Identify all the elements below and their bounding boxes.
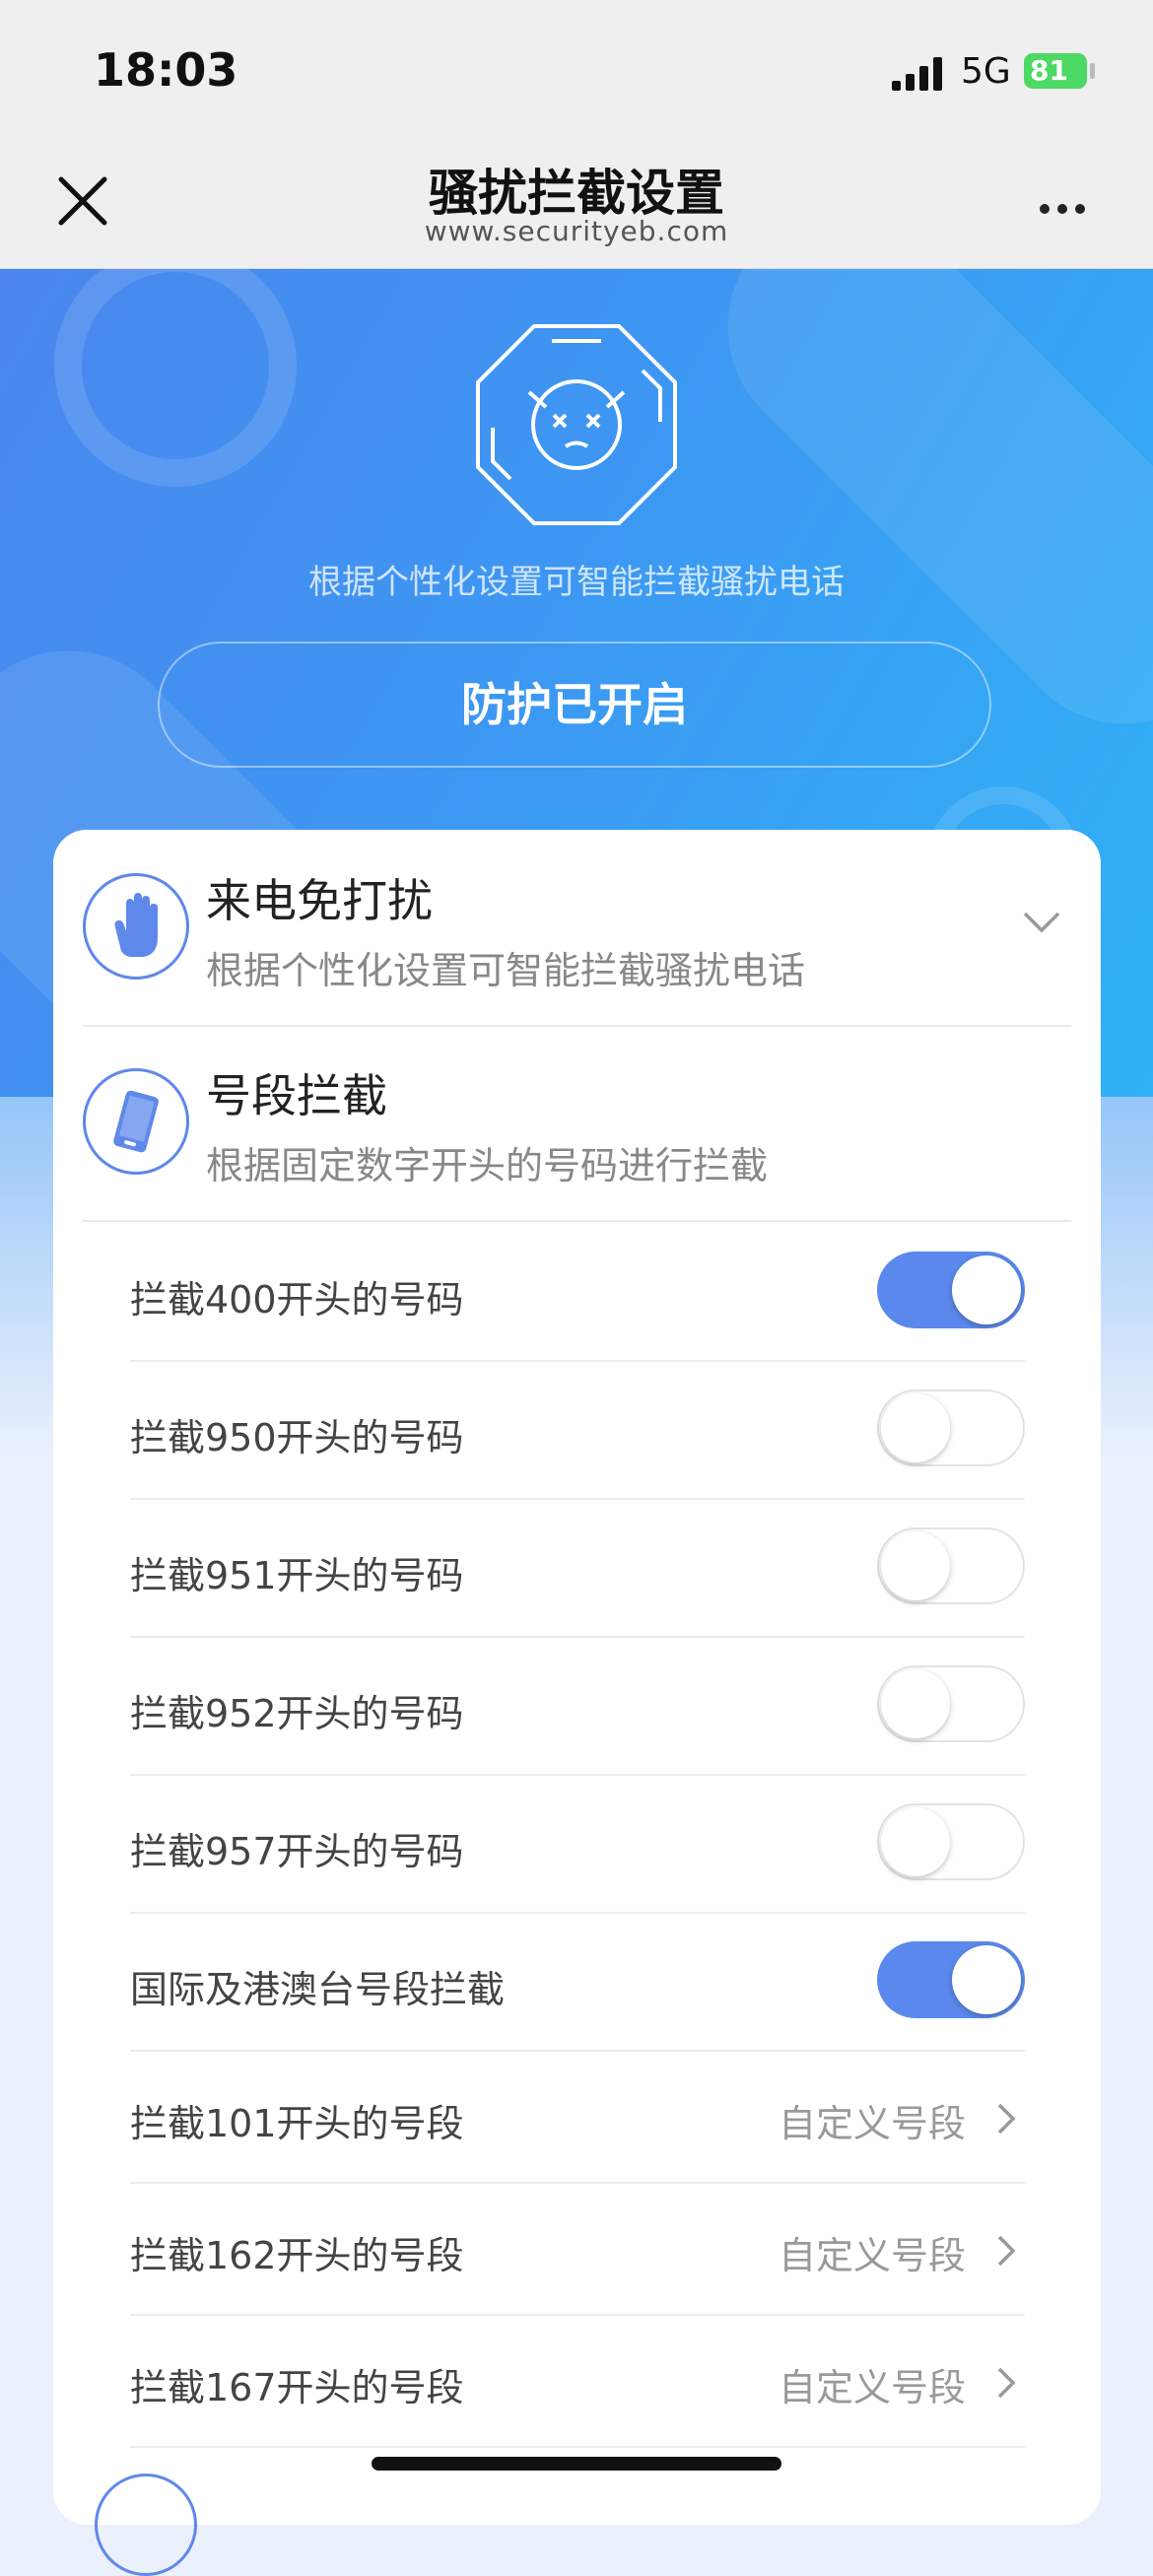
section-description: 根据个性化设置可智能拦截骚扰电话 — [206, 949, 806, 992]
link-row-162[interactable]: 拦截162开头的号段 自定义号段 — [130, 2182, 1025, 2316]
toggle-switch-951[interactable] — [877, 1527, 1025, 1604]
link-label: 拦截162开头的号段 — [130, 2234, 464, 2277]
chevron-down-icon[interactable] — [1022, 911, 1061, 934]
link-label: 拦截167开头的号段 — [130, 2366, 464, 2409]
section-description: 根据固定数字开头的号码进行拦截 — [206, 1144, 769, 1187]
link-row-167[interactable]: 拦截167开头的号段 自定义号段 — [130, 2314, 1025, 2448]
toggle-knob — [881, 1393, 950, 1462]
decor-ring — [54, 269, 297, 487]
toggle-knob — [881, 1531, 950, 1600]
toggle-switch-international[interactable] — [877, 1941, 1025, 2018]
section-title: 号段拦截 — [206, 1069, 387, 1122]
protection-status-button[interactable]: 防护已开启 — [158, 642, 991, 768]
signal-icon — [892, 57, 942, 91]
toggle-knob — [952, 1945, 1021, 2014]
battery-level: 81 — [1030, 54, 1068, 87]
custom-range-value: 自定义号段 — [778, 2366, 966, 2409]
toggle-label: 拦截952开头的号码 — [130, 1692, 464, 1735]
toggle-label: 拦截957开头的号码 — [130, 1830, 464, 1873]
battery-cap — [1090, 63, 1095, 79]
toggle-knob — [952, 1255, 1021, 1324]
hero-description: 根据个性化设置可智能拦截骚扰电话 — [308, 563, 845, 602]
dot — [1075, 204, 1085, 214]
chevron-right-icon — [997, 2367, 1016, 2399]
chevron-right-icon — [997, 2235, 1016, 2267]
toggle-switch-400[interactable] — [877, 1252, 1025, 1328]
status-bar: 18:03 5G 81 — [0, 0, 1153, 138]
toggle-row-957: 拦截957开头的号码 — [130, 1774, 1025, 1914]
link-label: 拦截101开头的号段 — [130, 2102, 464, 2145]
section-number-range-block: 号段拦截 根据固定数字开头的号码进行拦截 — [83, 1025, 1071, 1222]
battery-icon: 81 — [1024, 53, 1087, 89]
toggle-row-international: 国际及港澳台号段拦截 — [130, 1912, 1025, 2052]
toggle-row-952: 拦截952开头的号码 — [130, 1636, 1025, 1776]
next-section-icon — [95, 2474, 197, 2576]
toggle-row-951: 拦截951开头的号码 — [130, 1498, 1025, 1638]
toggle-label: 拦截950开头的号码 — [130, 1416, 464, 1459]
network-type: 5G — [961, 51, 1011, 92]
toggle-row-950: 拦截950开头的号码 — [130, 1360, 1025, 1500]
more-menu-button[interactable] — [1040, 199, 1093, 218]
dot — [1057, 204, 1067, 214]
toggle-knob — [881, 1807, 950, 1876]
status-time: 18:03 — [94, 43, 238, 97]
blocked-devil-icon — [476, 324, 677, 525]
toggle-switch-957[interactable] — [877, 1803, 1025, 1880]
toggle-switch-952[interactable] — [877, 1665, 1025, 1742]
link-row-101[interactable]: 拦截101开头的号段 自定义号段 — [130, 2050, 1025, 2184]
section-title: 来电免打扰 — [206, 874, 433, 927]
hand-stop-icon — [83, 873, 189, 980]
toggle-knob — [881, 1669, 950, 1738]
toggle-switch-950[interactable] — [877, 1390, 1025, 1466]
phone-icon — [83, 1068, 189, 1175]
chevron-right-icon — [997, 2103, 1016, 2135]
toggle-label: 拦截951开头的号码 — [130, 1554, 464, 1597]
nav-bar: 骚扰拦截设置 www.securityeb.com — [0, 138, 1153, 269]
custom-range-value: 自定义号段 — [778, 2234, 966, 2277]
toggle-label: 拦截400开头的号码 — [130, 1278, 464, 1322]
toggle-row-400: 拦截400开头的号码 — [130, 1222, 1025, 1362]
page-url: www.securityeb.com — [424, 215, 729, 247]
section-do-not-disturb[interactable]: 来电免打扰 根据个性化设置可智能拦截骚扰电话 — [83, 830, 1071, 1027]
home-indicator[interactable] — [372, 2457, 781, 2471]
settings-card: 来电免打扰 根据个性化设置可智能拦截骚扰电话 号段拦截 根据固定数字开头的号码进… — [53, 830, 1101, 2576]
custom-range-value: 自定义号段 — [778, 2102, 966, 2145]
toggle-label: 国际及港澳台号段拦截 — [130, 1968, 506, 2011]
dot — [1040, 204, 1050, 214]
